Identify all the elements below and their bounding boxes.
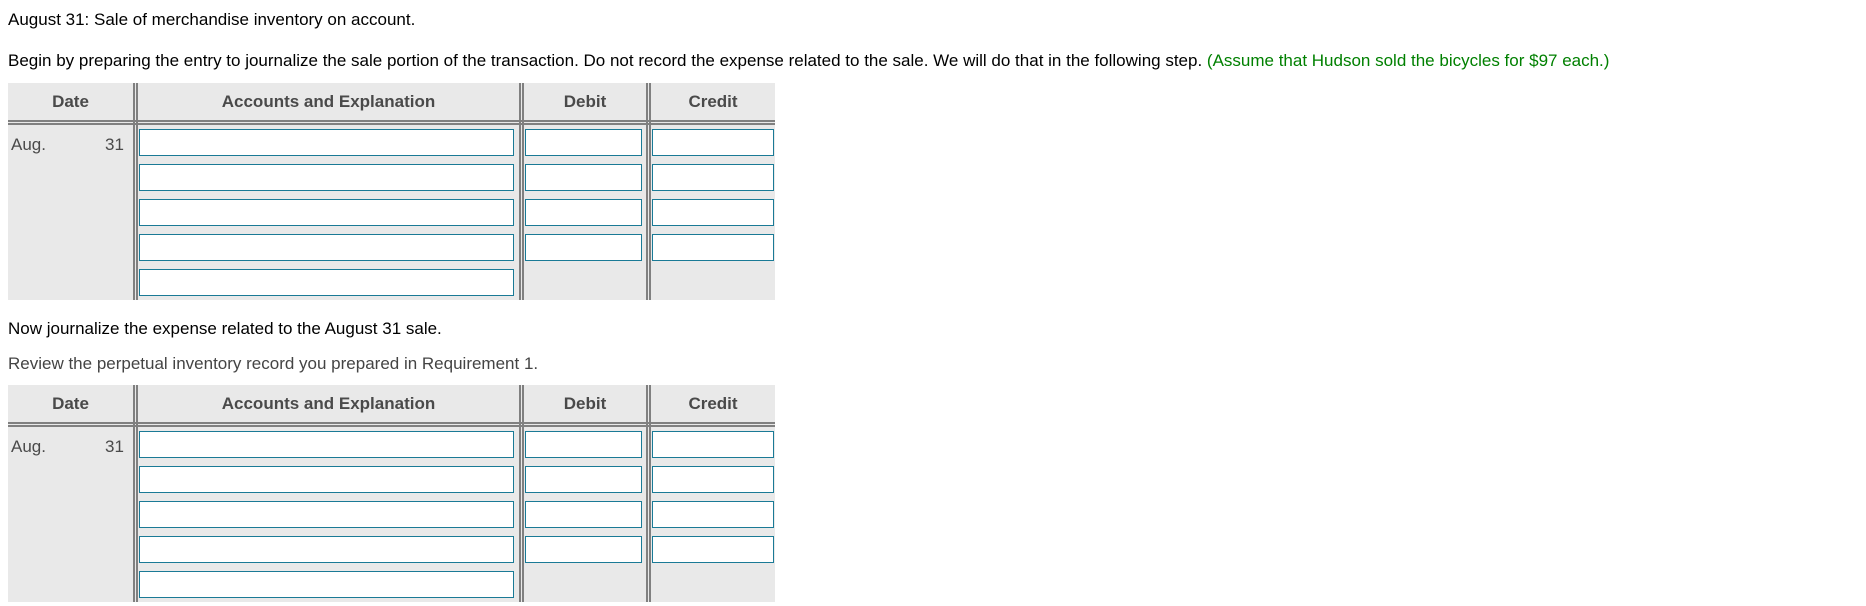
header-divider — [8, 120, 775, 125]
date-day: 31 — [105, 437, 124, 456]
header-credit: Credit — [688, 92, 738, 111]
expense-instruction: Now journalize the expense related to th… — [8, 319, 442, 338]
account-input-2[interactable] — [139, 466, 514, 493]
debit-input-3[interactable] — [525, 199, 642, 226]
header-credit: Credit — [688, 394, 738, 413]
account-input-4[interactable] — [139, 234, 514, 261]
account-input-1[interactable] — [139, 129, 514, 156]
journal-header: Date Accounts and Explanation Debit Cred… — [8, 83, 775, 120]
account-input-4[interactable] — [139, 536, 514, 563]
column-divider — [133, 83, 138, 300]
account-input-1[interactable] — [139, 431, 514, 458]
account-input-2[interactable] — [139, 164, 514, 191]
instructions: Begin by preparing the entry to journali… — [8, 51, 1609, 71]
header-accounts: Accounts and Explanation — [221, 92, 436, 111]
explanation-input[interactable] — [139, 269, 514, 296]
credit-input-1[interactable] — [652, 431, 774, 458]
assumption-hint: (Assume that Hudson sold the bicycles fo… — [1206, 51, 1610, 70]
header-accounts: Accounts and Explanation — [221, 394, 436, 413]
debit-input-1[interactable] — [525, 129, 642, 156]
transaction-description: August 31: Sale of merchandise inventory… — [8, 10, 416, 29]
debit-input-2[interactable] — [525, 164, 642, 191]
date-day: 31 — [105, 135, 124, 154]
debit-input-3[interactable] — [525, 501, 642, 528]
header-debit: Debit — [563, 92, 607, 111]
debit-input-4[interactable] — [525, 536, 642, 563]
explanation-input[interactable] — [139, 571, 514, 598]
debit-input-4[interactable] — [525, 234, 642, 261]
account-input-3[interactable] — [139, 199, 514, 226]
date-month: Aug. — [11, 135, 46, 154]
column-divider — [133, 385, 138, 602]
column-divider — [519, 83, 524, 300]
journal-table-sale: Date Accounts and Explanation Debit Cred… — [8, 83, 775, 300]
header-divider — [8, 422, 775, 427]
review-note: Review the perpetual inventory record yo… — [8, 354, 539, 373]
credit-input-1[interactable] — [652, 129, 774, 156]
debit-input-2[interactable] — [525, 466, 642, 493]
journal-table-expense: Date Accounts and Explanation Debit Cred… — [8, 385, 775, 602]
credit-input-3[interactable] — [652, 501, 774, 528]
header-date: Date — [52, 92, 89, 111]
column-divider — [519, 385, 524, 602]
instructions-text: Begin by preparing the entry to journali… — [8, 51, 1207, 70]
header-debit: Debit — [563, 394, 607, 413]
credit-input-2[interactable] — [652, 466, 774, 493]
journal-header: Date Accounts and Explanation Debit Cred… — [8, 385, 775, 422]
credit-input-2[interactable] — [652, 164, 774, 191]
date-month: Aug. — [11, 437, 46, 456]
credit-input-3[interactable] — [652, 199, 774, 226]
credit-input-4[interactable] — [652, 234, 774, 261]
header-date: Date — [52, 394, 89, 413]
credit-input-4[interactable] — [652, 536, 774, 563]
debit-input-1[interactable] — [525, 431, 642, 458]
column-divider — [646, 83, 651, 300]
column-divider — [646, 385, 651, 602]
account-input-3[interactable] — [139, 501, 514, 528]
